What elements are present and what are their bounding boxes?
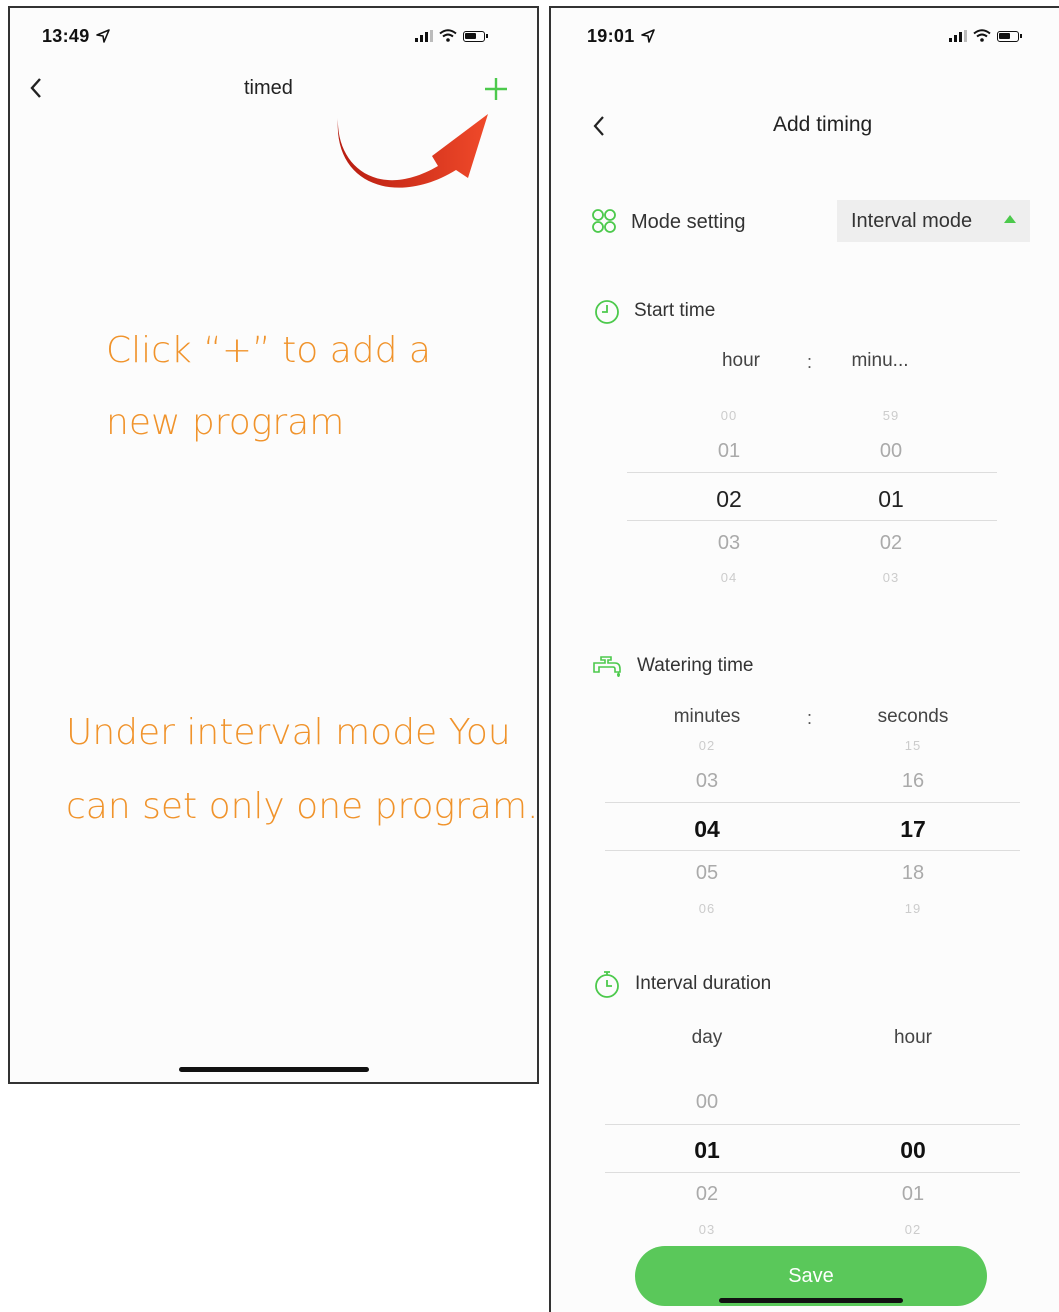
status-icons <box>415 29 488 42</box>
mode-grid-icon <box>592 209 616 233</box>
home-indicator <box>179 1067 369 1072</box>
picker-option-selected[interactable]: 01 <box>672 1137 742 1164</box>
interval-col1-header: day <box>691 1027 723 1048</box>
note-line-2: can set only one program. <box>66 786 539 827</box>
picker-option[interactable]: 02 <box>672 738 742 753</box>
home-indicator <box>719 1298 903 1303</box>
picker-option-selected[interactable]: 17 <box>878 816 948 843</box>
status-time-text: 19:01 <box>587 26 635 46</box>
picker-option-selected[interactable]: 01 <box>856 486 926 513</box>
mode-dropdown[interactable]: Interval mode <box>837 200 1030 242</box>
clock-icon <box>595 300 619 324</box>
instruction-line-1: Click “+” to add a <box>106 330 431 371</box>
status-time-text: 13:49 <box>42 26 90 46</box>
signal-icon <box>949 30 967 42</box>
right-phone-screen: 19:01 Add timing Mode setting Interval m… <box>549 6 1059 1312</box>
picker-divider <box>627 520 997 521</box>
start-time-col1-header: hour <box>721 350 761 371</box>
page-title: timed <box>244 77 293 99</box>
picker-option-selected[interactable]: 02 <box>694 486 764 513</box>
back-chevron-icon[interactable] <box>591 114 607 138</box>
mode-dropdown-value: Interval mode <box>851 209 973 232</box>
picker-option[interactable]: 05 <box>672 862 742 885</box>
picker-option[interactable]: 03 <box>694 532 764 555</box>
plus-icon[interactable] <box>483 76 509 102</box>
picker-option[interactable]: 19 <box>878 901 948 916</box>
picker-option[interactable]: 00 <box>694 408 764 423</box>
wifi-icon <box>439 29 457 42</box>
picker-option[interactable]: 03 <box>856 570 926 585</box>
status-time: 13:49 <box>42 26 111 47</box>
save-button-label: Save <box>788 1264 834 1287</box>
interval-duration-label: Interval duration <box>635 973 772 994</box>
mode-setting-label: Mode setting <box>631 211 746 233</box>
note-line-1: Under interval mode You <box>66 712 511 753</box>
interval-col2-header: hour <box>893 1027 933 1048</box>
instruction-line-2: new program <box>106 402 345 443</box>
battery-icon <box>997 31 1022 42</box>
caret-up-icon <box>1004 215 1016 223</box>
battery-icon <box>463 31 488 42</box>
picker-option[interactable]: 02 <box>672 1183 742 1206</box>
picker-option[interactable]: 18 <box>878 862 948 885</box>
watering-time-separator: : <box>807 708 813 728</box>
location-arrow-icon <box>96 29 110 43</box>
picker-option[interactable]: 04 <box>694 570 764 585</box>
page-title: Add timing <box>773 113 873 136</box>
left-phone-screen: 13:49 timed Click “+” to add a new progr… <box>8 6 539 1084</box>
picker-divider <box>627 472 997 473</box>
picker-option[interactable]: 03 <box>672 770 742 793</box>
watering-time-col2-header: seconds <box>877 706 949 727</box>
picker-option[interactable]: 59 <box>856 408 926 423</box>
picker-divider <box>605 1124 1020 1125</box>
picker-divider <box>605 850 1020 851</box>
picker-option[interactable]: 01 <box>878 1183 948 1206</box>
picker-divider <box>605 1172 1020 1173</box>
picker-option[interactable]: 03 <box>672 1222 742 1237</box>
picker-option[interactable]: 02 <box>878 1222 948 1237</box>
curved-arrow-icon <box>337 114 488 188</box>
picker-option[interactable]: 16 <box>878 770 948 793</box>
wifi-icon <box>973 29 991 42</box>
start-time-separator: : <box>807 352 813 372</box>
picker-option-selected[interactable]: 04 <box>672 816 742 843</box>
location-arrow-icon <box>641 29 655 43</box>
back-chevron-icon[interactable] <box>28 76 44 100</box>
timer-icon <box>595 971 619 998</box>
picker-option[interactable]: 06 <box>672 901 742 916</box>
start-time-col2-header: minu... <box>851 350 909 371</box>
status-time: 19:01 <box>587 26 656 47</box>
signal-icon <box>415 30 433 42</box>
picker-option[interactable]: 00 <box>672 1091 742 1114</box>
picker-option[interactable]: 00 <box>856 440 926 463</box>
faucet-icon <box>593 656 621 677</box>
picker-option[interactable]: 15 <box>878 738 948 753</box>
watering-time-label: Watering time <box>637 655 754 676</box>
picker-divider <box>605 802 1020 803</box>
status-icons <box>949 29 1022 42</box>
picker-option-selected[interactable]: 00 <box>878 1137 948 1164</box>
picker-option[interactable]: 01 <box>694 440 764 463</box>
save-button[interactable]: Save <box>635 1246 987 1306</box>
watering-time-col1-header: minutes <box>673 706 741 727</box>
picker-option[interactable]: 02 <box>856 532 926 555</box>
start-time-label: Start time <box>634 300 716 321</box>
